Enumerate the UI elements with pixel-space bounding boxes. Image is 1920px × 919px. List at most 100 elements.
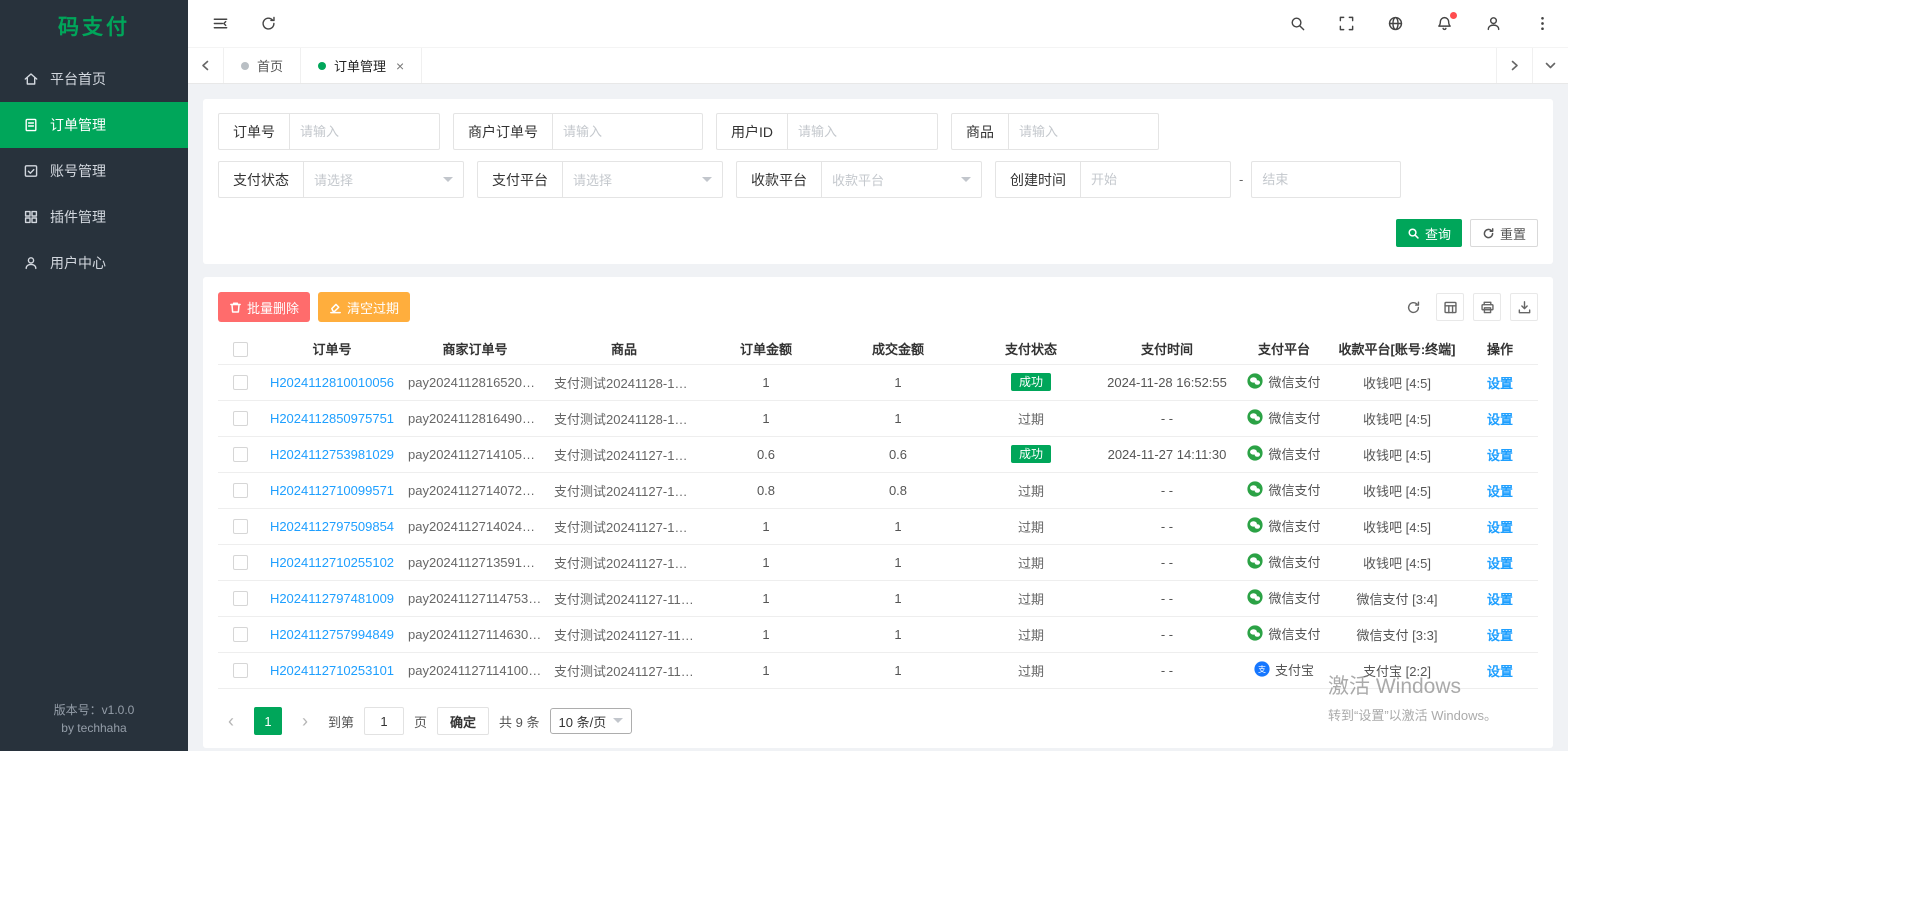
columns-icon[interactable] <box>1436 293 1464 321</box>
fullscreen-icon[interactable] <box>1336 14 1356 34</box>
more-options-icon[interactable] <box>1532 14 1552 34</box>
receiver-platform: 微信支付 [3:3] <box>1332 616 1462 652</box>
tab-scroll-right-button[interactable] <box>1496 48 1532 83</box>
platform-name: 微信支付 <box>1268 552 1320 571</box>
batch-delete-button[interactable]: 批量删除 <box>218 292 310 322</box>
order-no-link[interactable]: H2024112797481009 <box>270 591 394 606</box>
next-page-button[interactable]: › <box>292 707 318 735</box>
current-page-button[interactable]: 1 <box>254 707 282 735</box>
status-text: 过期 <box>1018 556 1044 571</box>
row-setting-link[interactable]: 设置 <box>1487 628 1513 643</box>
refresh-page-icon[interactable] <box>258 14 278 34</box>
reset-button-label: 重置 <box>1500 224 1526 243</box>
row-checkbox[interactable] <box>233 375 248 390</box>
filter-create-time: 创建时间 - <box>995 161 1401 198</box>
goto-suffix-label: 页 <box>414 712 427 731</box>
order-no-input[interactable] <box>290 113 440 150</box>
row-checkbox[interactable] <box>233 447 248 462</box>
wechat-pay-icon <box>1247 517 1263 533</box>
app-window: 码支付 平台首页订单管理账号管理插件管理用户中心 版本号：v1.0.0 by t… <box>0 0 1568 751</box>
query-button[interactable]: 查询 <box>1396 219 1462 247</box>
sidebar-item-orders[interactable]: 订单管理 <box>0 102 188 148</box>
row-setting-link[interactable]: 设置 <box>1487 520 1513 535</box>
product-input[interactable] <box>1009 113 1159 150</box>
create-time-label: 创建时间 <box>995 161 1081 198</box>
status-text: 过期 <box>1018 592 1044 607</box>
refresh-table-icon[interactable] <box>1399 293 1427 321</box>
create-time-start-input[interactable] <box>1081 161 1231 198</box>
chevron-down-icon <box>613 718 623 728</box>
deal-amount: 1 <box>832 544 964 580</box>
filter-panel: 订单号 商户订单号 用户ID 商品 <box>203 99 1553 264</box>
tab-scroll-left-button[interactable] <box>188 48 224 83</box>
clear-expired-button[interactable]: 清空过期 <box>318 292 410 322</box>
row-checkbox[interactable] <box>233 555 248 570</box>
status-text: 过期 <box>1018 412 1044 427</box>
print-icon[interactable] <box>1473 293 1501 321</box>
table-header-row: 订单号商家订单号商品订单金额成交金额支付状态支付时间支付平台收款平台[账号:终端… <box>218 334 1538 364</box>
sidebar-item-home[interactable]: 平台首页 <box>0 56 188 102</box>
clear-icon <box>329 301 342 314</box>
tab-close-icon[interactable]: × <box>396 58 404 74</box>
query-button-label: 查询 <box>1425 224 1451 243</box>
create-time-end-input[interactable] <box>1251 161 1401 198</box>
trash-icon <box>229 301 242 314</box>
recv-platform-select[interactable]: 收款平台 <box>822 161 982 198</box>
pay-platform-placeholder: 请选择 <box>573 170 612 189</box>
order-no-link[interactable]: H2024112850975751 <box>270 411 394 426</box>
sidebar-item-plugins[interactable]: 插件管理 <box>0 194 188 240</box>
home-icon <box>23 71 39 87</box>
row-setting-link[interactable]: 设置 <box>1487 664 1513 679</box>
pay-time: - - <box>1098 616 1236 652</box>
pay-platform-select[interactable]: 请选择 <box>563 161 723 198</box>
row-checkbox[interactable] <box>233 411 248 426</box>
language-globe-icon[interactable] <box>1385 14 1405 34</box>
tab-home[interactable]: 首页 <box>224 48 301 83</box>
reset-button[interactable]: 重置 <box>1470 219 1538 247</box>
tab-menu-button[interactable] <box>1532 48 1568 83</box>
orders-panel: 批量删除 清空过期 <box>203 277 1553 748</box>
user-id-input[interactable] <box>788 113 938 150</box>
row-setting-link[interactable]: 设置 <box>1487 376 1513 391</box>
table-row: H2024112810010056pay2024112816520491...支… <box>218 364 1538 400</box>
row-checkbox[interactable] <box>233 519 248 534</box>
merchant-order-no: pay2024112714105583... <box>402 436 548 472</box>
merchant-order-no-input[interactable] <box>553 113 703 150</box>
order-no-link[interactable]: H2024112797509854 <box>270 519 394 534</box>
order-no-link[interactable]: H2024112710099571 <box>270 483 394 498</box>
row-checkbox[interactable] <box>233 663 248 678</box>
order-no-link[interactable]: H2024112757994849 <box>270 627 394 642</box>
app-logo: 码支付 <box>0 0 188 56</box>
order-no-link[interactable]: H2024112810010056 <box>270 375 394 390</box>
sidebar-item-user-center[interactable]: 用户中心 <box>0 240 188 286</box>
page-size-select[interactable]: 10 条/页 <box>550 708 633 734</box>
platform-name: 微信支付 <box>1268 588 1320 607</box>
search-icon[interactable] <box>1287 14 1307 34</box>
sidebar-item-accounts[interactable]: 账号管理 <box>0 148 188 194</box>
confirm-page-button[interactable]: 确定 <box>437 707 489 735</box>
user-avatar-icon[interactable] <box>1483 14 1503 34</box>
row-setting-link[interactable]: 设置 <box>1487 592 1513 607</box>
notification-bell-icon[interactable] <box>1434 14 1454 34</box>
merchant-order-no: pay2024112816520491... <box>402 364 548 400</box>
order-no-link[interactable]: H2024112710253101 <box>270 663 394 678</box>
platform-name: 微信支付 <box>1268 408 1320 427</box>
order-no-link[interactable]: H2024112753981029 <box>270 447 394 462</box>
row-setting-link[interactable]: 设置 <box>1487 412 1513 427</box>
collapse-sidebar-icon[interactable] <box>210 14 230 34</box>
recv-platform-label: 收款平台 <box>736 161 822 198</box>
export-icon[interactable] <box>1510 293 1538 321</box>
row-setting-link[interactable]: 设置 <box>1487 448 1513 463</box>
row-checkbox[interactable] <box>233 627 248 642</box>
prev-page-button[interactable]: ‹ <box>218 707 244 735</box>
chevron-down-icon <box>702 177 712 187</box>
pay-status-select[interactable]: 请选择 <box>304 161 464 198</box>
row-setting-link[interactable]: 设置 <box>1487 556 1513 571</box>
goto-page-input[interactable] <box>364 707 404 735</box>
tab-orders[interactable]: 订单管理× <box>301 48 422 83</box>
row-checkbox[interactable] <box>233 591 248 606</box>
row-setting-link[interactable]: 设置 <box>1487 484 1513 499</box>
order-no-link[interactable]: H2024112710255102 <box>270 555 394 570</box>
row-checkbox[interactable] <box>233 483 248 498</box>
select-all-checkbox[interactable] <box>233 342 248 357</box>
